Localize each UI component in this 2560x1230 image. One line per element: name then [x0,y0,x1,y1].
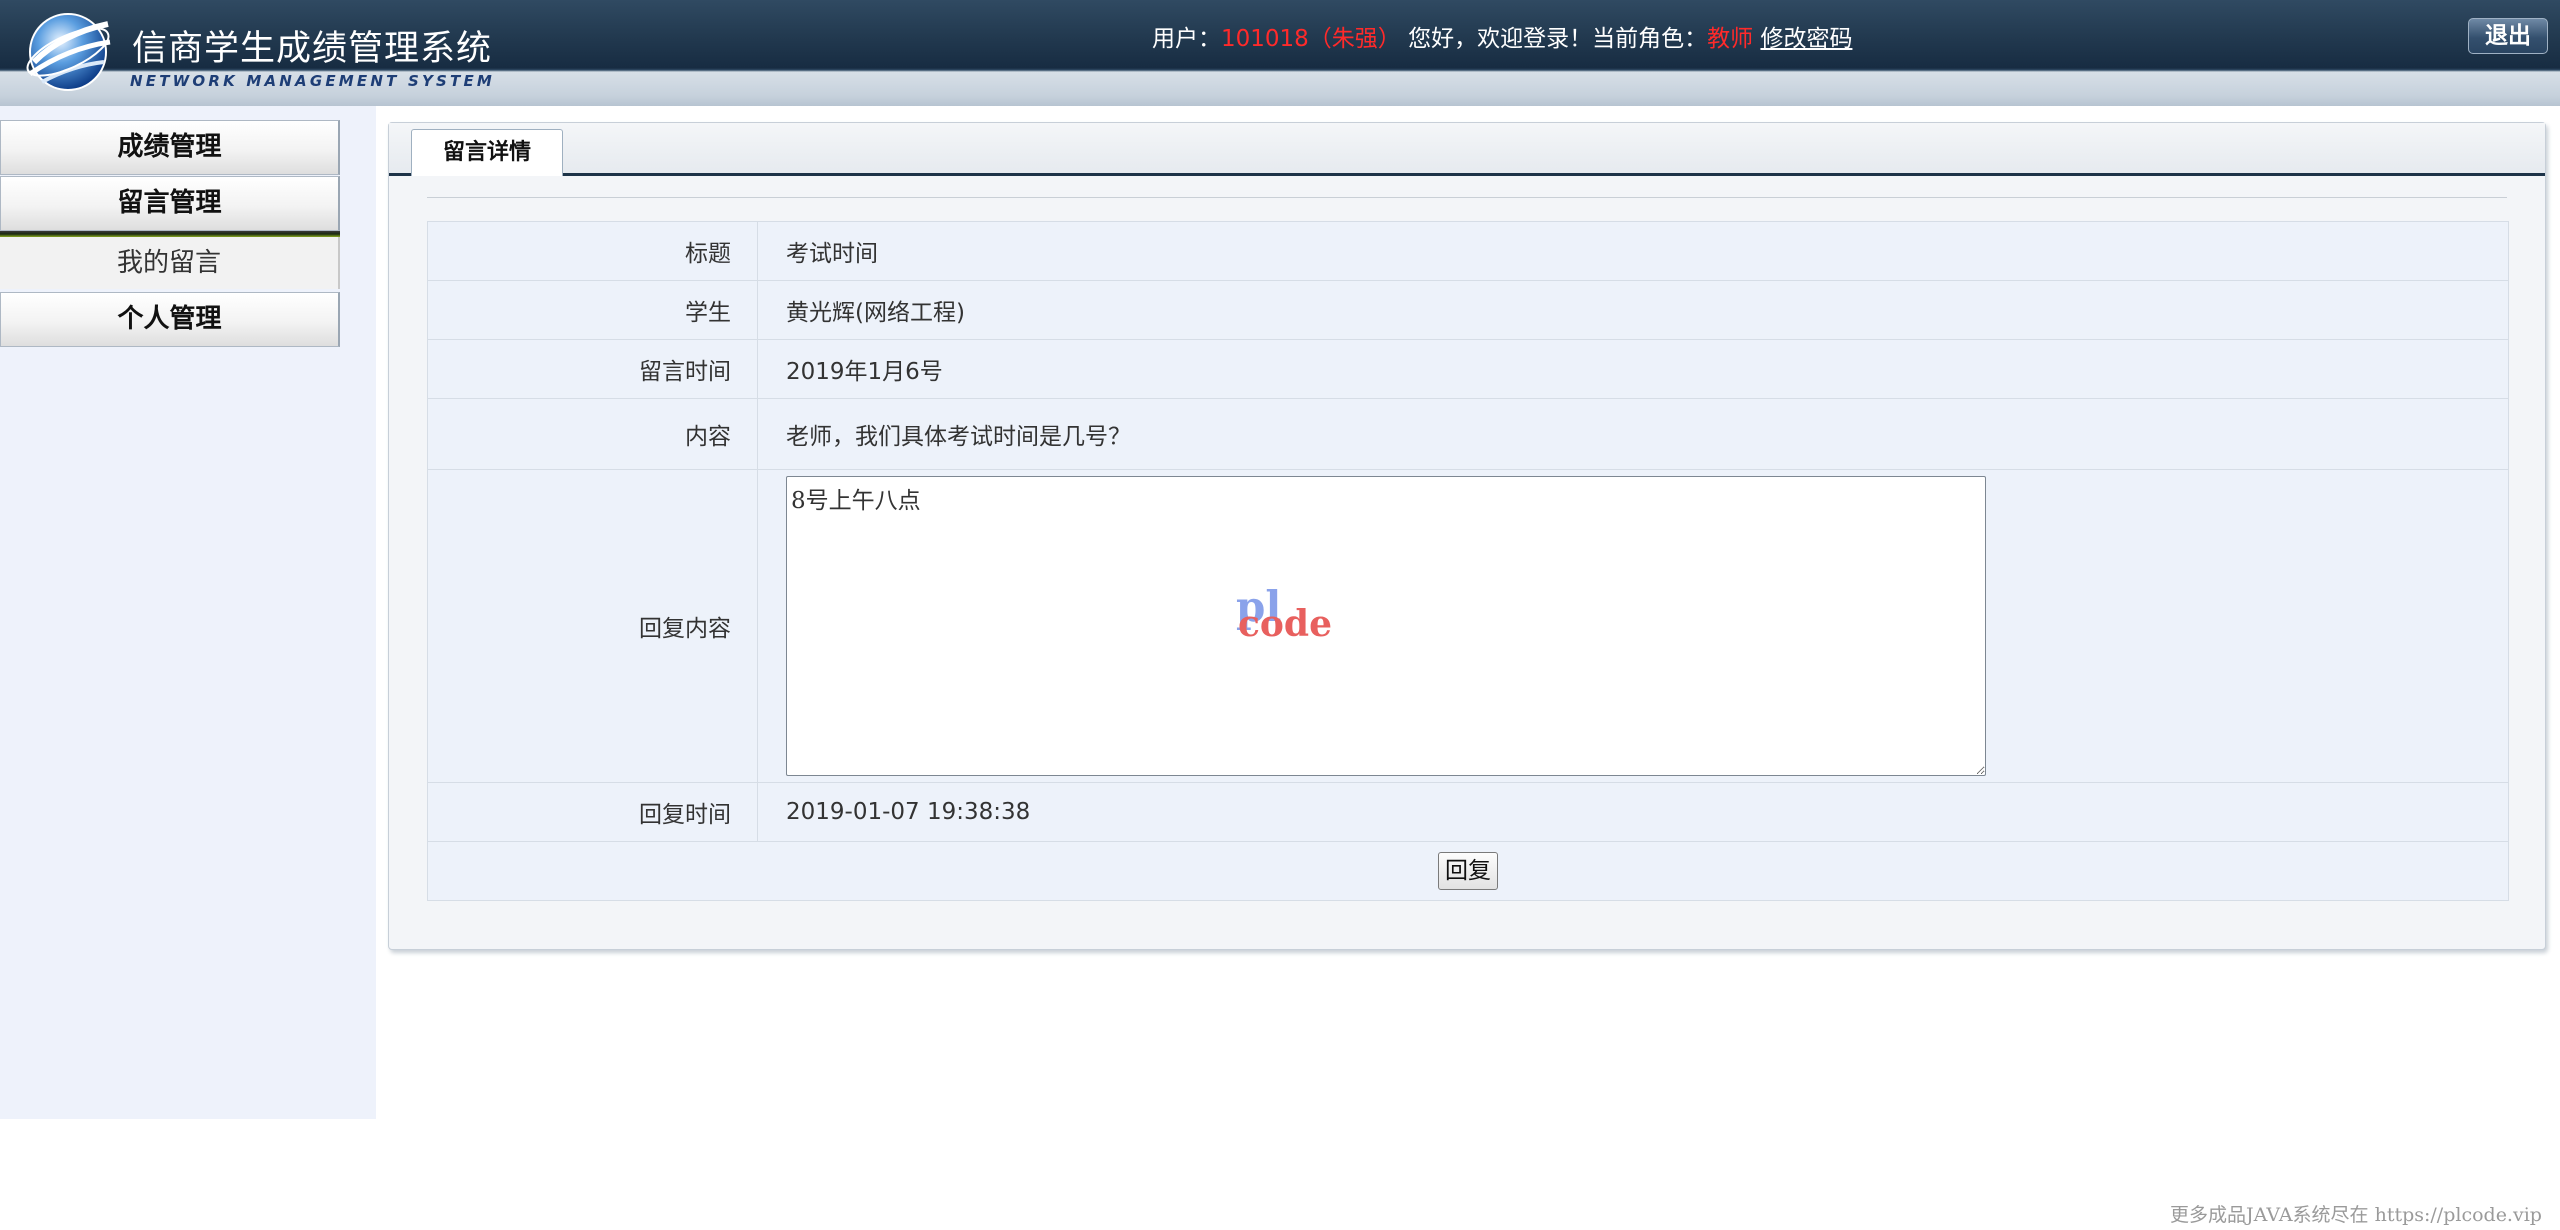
reply-button-cell: 回复 [427,841,2509,901]
user-info-bar: 用户：101018（朱强） 您好，欢迎登录！当前角色：教师 修改密码 [1152,19,1852,53]
student-label: 学生 [427,280,758,340]
footer-note: 更多成品JAVA系统尽在 https://plcode.vip [2170,1204,2542,1226]
content-value: 老师，我们具体考试时间是几号？ [757,398,2509,470]
table-row: 标题 考试时间 [427,221,2509,281]
logout-button[interactable]: 退出 [2468,18,2548,54]
reply-content-cell: 8号上午八点 pl code [757,469,2509,783]
reply-time-value: 2019-01-07 19:38:38 [757,782,2509,842]
user-id: 101018（朱强） [1221,26,1401,52]
app-title: 信商学生成绩管理系统 [132,29,493,69]
table-row: 回复时间 2019-01-07 19:38:38 [427,782,2509,842]
user-label: 用户： [1152,26,1221,52]
sidebar: 成绩管理 留言管理 我的留言 个人管理 [0,106,376,1119]
table-row: 回复 [427,841,2509,901]
message-detail-table: 标题 考试时间 学生 黄光辉(网络工程) 留言时间 2019年1月6号 内容 老… [427,221,2509,901]
tab-message-detail[interactable]: 留言详情 [411,129,563,176]
submenu-my-messages[interactable]: 我的留言 [0,237,340,289]
message-time-label: 留言时间 [427,339,758,399]
title-label: 标题 [427,221,758,281]
current-role: 教师 [1707,26,1754,52]
welcome-text: 您好，欢迎登录！当前角色： [1408,26,1708,52]
top-header: 信商学生成绩管理系统 NETWORK MANAGEMENT SYSTEM 用户：… [0,0,2560,106]
app-subtitle: NETWORK MANAGEMENT SYSTEM [130,72,496,90]
message-detail-panel: 留言详情 标题 考试时间 学生 黄光辉(网络工程) 留言时间 2019年1月6号… [388,122,2546,950]
title-value: 考试时间 [757,221,2509,281]
menu-message-management[interactable]: 留言管理 [0,176,340,231]
reply-time-label: 回复时间 [427,782,758,842]
change-password-link[interactable]: 修改密码 [1760,26,1852,52]
table-row: 内容 老师，我们具体考试时间是几号？ [427,398,2509,470]
message-time-value: 2019年1月6号 [757,339,2509,399]
table-row: 留言时间 2019年1月6号 [427,339,2509,399]
menu-personal-management[interactable]: 个人管理 [0,292,340,347]
reply-button[interactable]: 回复 [1438,852,1498,890]
divider [427,197,2507,198]
reply-content-label: 回复内容 [427,469,758,783]
table-row: 学生 黄光辉(网络工程) [427,280,2509,340]
table-row: 回复内容 8号上午八点 pl code [427,469,2509,783]
globe-logo-icon [26,13,111,91]
reply-content-textarea[interactable]: 8号上午八点 [786,476,1986,776]
content-label: 内容 [427,398,758,470]
student-value: 黄光辉(网络工程) [757,280,2509,340]
watermark-code: code [1238,603,1333,645]
reply-textarea-wrap: 8号上午八点 pl code [786,476,1986,776]
panel-tab-bar: 留言详情 [389,123,2545,176]
menu-grade-management[interactable]: 成绩管理 [0,120,340,175]
